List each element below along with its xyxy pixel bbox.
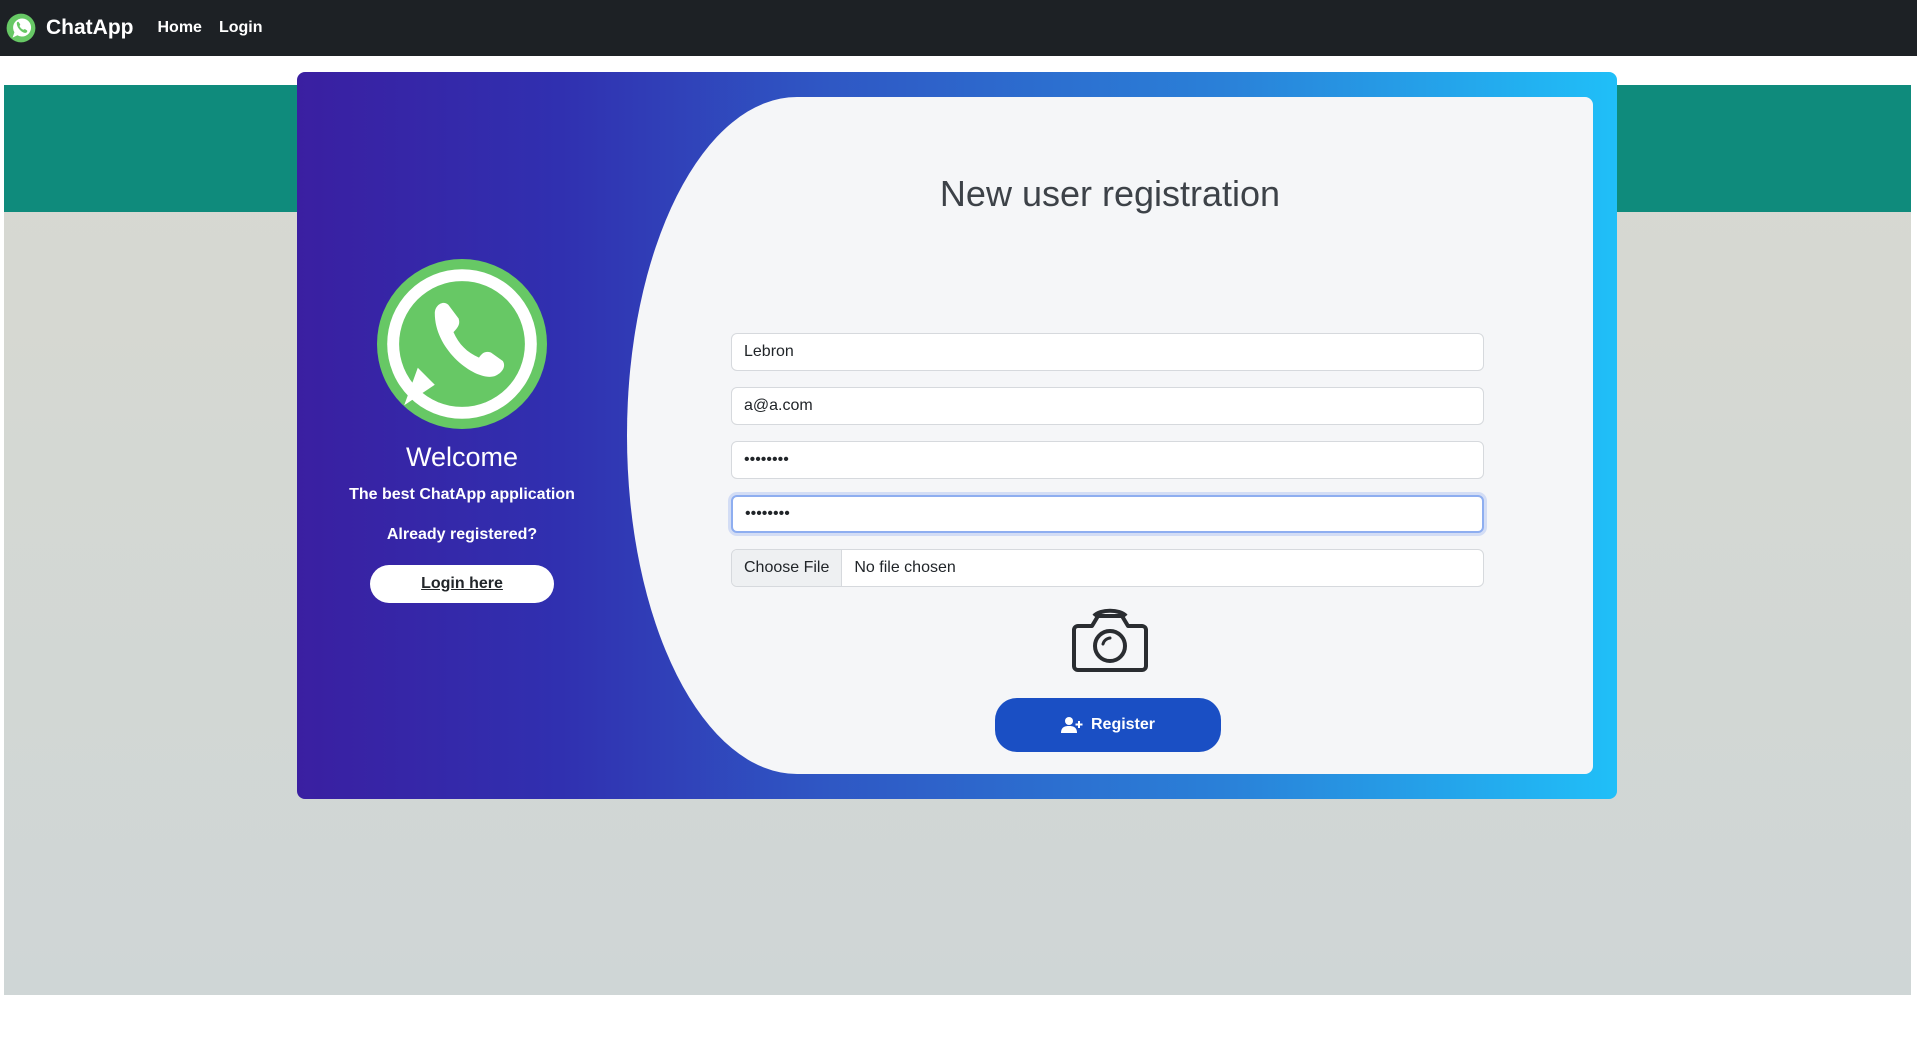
top-navbar: ChatApp Home Login xyxy=(0,0,1917,56)
register-button[interactable]: Register xyxy=(995,698,1221,752)
email-input[interactable]: a@a.com xyxy=(731,387,1484,425)
welcome-heading: Welcome xyxy=(405,442,519,472)
file-status-text: No file chosen xyxy=(854,559,956,576)
whatsapp-logo-icon xyxy=(6,13,36,43)
confirm-password-input[interactable]: •••••••• xyxy=(731,495,1484,533)
password-input[interactable]: •••••••• xyxy=(731,441,1484,479)
welcome-panel: Welcome The best ChatApp application Alr… xyxy=(297,72,627,799)
user-plus-icon xyxy=(1060,717,1083,733)
choose-file-button[interactable]: Choose File xyxy=(732,550,843,586)
nav-home-link[interactable]: Home xyxy=(158,19,202,37)
form-title: New user registration xyxy=(939,173,1281,214)
avatar-file-input[interactable]: Choose File No file chosen xyxy=(731,549,1484,587)
brand-name: ChatApp xyxy=(46,16,134,39)
register-label: Register xyxy=(1090,716,1156,733)
camera-icon[interactable] xyxy=(1070,606,1150,676)
brand-link[interactable]: ChatApp xyxy=(6,13,134,43)
registration-form: New user registration Lebron a@a.com •••… xyxy=(627,97,1593,774)
already-registered-text: Already registered? xyxy=(386,526,538,543)
login-here-button[interactable]: Login here xyxy=(370,565,554,603)
nav-login-link[interactable]: Login xyxy=(219,19,263,37)
registration-card: Welcome The best ChatApp application Alr… xyxy=(297,72,1617,799)
whatsapp-logo-icon xyxy=(377,259,547,429)
name-input[interactable]: Lebron xyxy=(731,333,1484,371)
welcome-tagline: The best ChatApp application xyxy=(349,486,575,503)
